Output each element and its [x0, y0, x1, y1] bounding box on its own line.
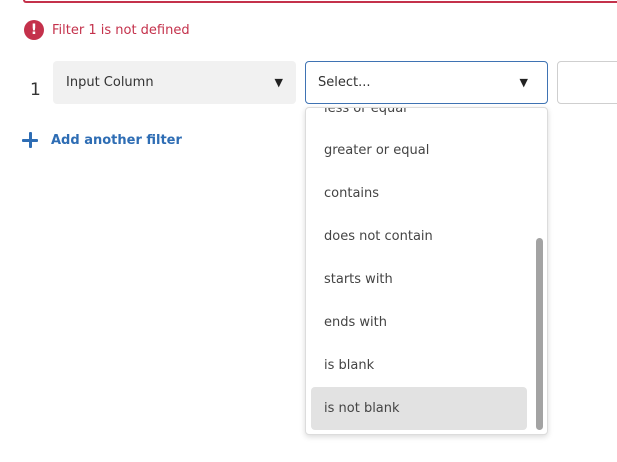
add-filter-label: Add another filter [51, 132, 182, 148]
operator-select[interactable]: Select... ▼ [305, 61, 548, 104]
error-frame [23, 0, 617, 3]
dropdown-option[interactable]: does not contain [311, 215, 527, 258]
dropdown-option-selected[interactable]: is not blank [311, 387, 527, 430]
filter-row-index: 1 [30, 80, 41, 100]
dropdown-scrollbar[interactable] [536, 238, 543, 430]
dropdown-option[interactable]: ends with [311, 301, 527, 344]
column-select[interactable]: Input Column ▼ [53, 61, 296, 104]
operator-dropdown[interactable]: less or equal greater or equal contains … [305, 107, 548, 435]
error-text: Filter 1 is not defined [52, 22, 190, 38]
dropdown-option[interactable]: starts with [311, 258, 527, 301]
dropdown-option[interactable]: is blank [311, 344, 527, 387]
operator-select-label: Select... [318, 75, 371, 90]
caret-down-icon: ▼ [274, 76, 283, 89]
add-filter-button[interactable]: Add another filter [22, 130, 182, 150]
alert-icon: ! [24, 20, 44, 40]
filter-value-input[interactable] [557, 61, 617, 104]
column-select-label: Input Column [66, 75, 154, 90]
filter-panel: ! Filter 1 is not defined 1 Input Column… [0, 0, 617, 462]
dropdown-option[interactable]: greater or equal [311, 129, 527, 172]
dropdown-option[interactable]: less or equal [311, 108, 527, 130]
error-message: ! Filter 1 is not defined [24, 18, 190, 42]
caret-down-icon: ▼ [519, 76, 528, 89]
plus-icon [22, 132, 38, 148]
dropdown-option[interactable]: contains [311, 172, 527, 215]
